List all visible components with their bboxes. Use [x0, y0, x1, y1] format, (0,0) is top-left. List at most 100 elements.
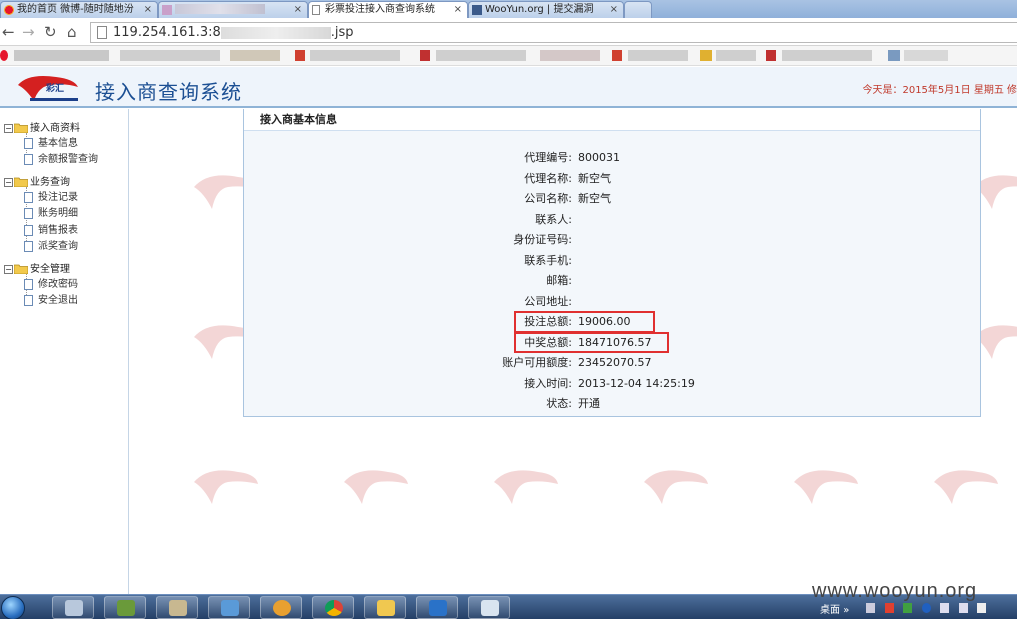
- wooyun-watermark: www.wooyun.org: [812, 580, 978, 602]
- flag-icon[interactable]: [884, 603, 894, 613]
- folder-icon: [13, 177, 29, 188]
- sidebar-tree: − 接入商资料 基本信息 余额报警查询 − 业务查询 投注记录 账务明细 销售报表 …: [0, 109, 129, 594]
- bookmark-icon[interactable]: [766, 50, 776, 61]
- folder-icon: [13, 264, 29, 275]
- field-row-status: 状态: 开通: [244, 394, 980, 414]
- app-header: 彩汇 接入商查询系统 今天是：2015年5月1日 星期五 修: [0, 67, 1017, 108]
- bookmark-item[interactable]: [540, 50, 600, 61]
- taskbar-app-button[interactable]: [52, 596, 94, 619]
- tab-blurred[interactable]: ×: [158, 1, 308, 18]
- field-row-id-number: 身份证号码:: [244, 230, 980, 250]
- url-text[interactable]: 119.254.161.3:8 .jsp: [113, 24, 354, 42]
- watermark-logo-icon: [494, 470, 558, 504]
- show-hidden-icon[interactable]: [866, 603, 875, 613]
- tree-group-business[interactable]: − 业务查询: [4, 173, 70, 188]
- collapse-icon[interactable]: −: [4, 123, 13, 133]
- weibo-bookmark-icon[interactable]: [0, 50, 8, 61]
- start-button-icon[interactable]: [1, 596, 25, 619]
- bookmark-item[interactable]: [14, 50, 109, 61]
- document-icon: [24, 137, 33, 149]
- taskbar-app-button[interactable]: [312, 596, 354, 619]
- field-value: 23452070.57: [578, 356, 652, 369]
- taskbar-app-button[interactable]: [156, 596, 198, 619]
- panel-title: 接入商基本信息: [244, 109, 980, 131]
- collapse-icon[interactable]: −: [4, 264, 13, 274]
- field-label: 状态:: [546, 397, 572, 410]
- tree-item-account-details[interactable]: 账务明细: [24, 204, 78, 219]
- highlight-box-total-winnings: [514, 332, 669, 353]
- reload-icon[interactable]: ↻: [44, 22, 57, 42]
- tab-strip: 我的首页 微博-随时随地汾 × × 彩票投注接入商查询系统 × WooYun.o…: [0, 0, 1017, 19]
- field-label: 代理编号:: [524, 151, 572, 164]
- tree-item-change-password[interactable]: 修改密码: [24, 275, 78, 290]
- collapse-icon[interactable]: −: [4, 177, 13, 187]
- tool-icon: [169, 600, 187, 616]
- bookmark-item[interactable]: [628, 50, 688, 61]
- taskbar-app-button[interactable]: [260, 596, 302, 619]
- tab-close-icon[interactable]: ×: [144, 2, 152, 17]
- tree-group-label: 接入商资料: [30, 123, 80, 134]
- url-mask: [220, 26, 331, 39]
- tree-item-logout[interactable]: 安全退出: [24, 291, 78, 306]
- watermark-logo-icon: [194, 470, 258, 504]
- taskbar-app-button[interactable]: [416, 596, 458, 619]
- tab-close-icon[interactable]: ×: [610, 2, 618, 17]
- tab-wooyun[interactable]: WooYun.org | 提交漏洞 ×: [468, 1, 624, 18]
- search-icon: [273, 600, 291, 616]
- bookmark-folder-icon[interactable]: [888, 50, 900, 61]
- printer-icon[interactable]: [977, 603, 986, 613]
- taskbar-app-button[interactable]: [104, 596, 146, 619]
- document-icon: [481, 600, 499, 616]
- tab-active[interactable]: 彩票投注接入商查询系统 ×: [308, 1, 468, 19]
- taskbar-app-button[interactable]: [364, 596, 406, 619]
- tab-close-icon[interactable]: ×: [294, 2, 302, 17]
- tray-desktop-label[interactable]: 桌面 »: [820, 601, 849, 616]
- bookmark-item[interactable]: [120, 50, 220, 61]
- tree-item-label: 销售报表: [38, 225, 78, 236]
- tree-item-balance-alert[interactable]: 余额报警查询: [24, 150, 98, 165]
- field-value: 800031: [578, 151, 620, 164]
- bookmark-item[interactable]: [436, 50, 526, 61]
- bookmark-item[interactable]: [904, 50, 948, 61]
- security-icon[interactable]: [903, 603, 912, 613]
- back-arrow-icon[interactable]: ←: [2, 22, 15, 42]
- bookmark-item[interactable]: [310, 50, 400, 61]
- home-icon[interactable]: ⌂: [67, 22, 77, 42]
- tree-group-account[interactable]: − 接入商资料: [4, 119, 80, 134]
- tree-group-security[interactable]: − 安全管理: [4, 260, 70, 275]
- antivirus-icon[interactable]: [921, 603, 931, 613]
- field-row-agent-id: 代理编号: 800031: [244, 148, 980, 168]
- taskbar-app-button[interactable]: [208, 596, 250, 619]
- bookmark-icon[interactable]: [700, 50, 712, 61]
- field-label: 公司地址:: [524, 295, 572, 308]
- bookmark-item[interactable]: [782, 50, 872, 61]
- address-bar[interactable]: 119.254.161.3:8 .jsp: [90, 22, 1017, 43]
- highlight-box-total-bets: [514, 311, 655, 333]
- tree-item-basic-info[interactable]: 基本信息: [24, 134, 78, 149]
- document-icon: [24, 278, 33, 290]
- tab-weibo[interactable]: 我的首页 微博-随时随地汾 ×: [0, 1, 158, 18]
- tree-item-bet-records[interactable]: 投注记录: [24, 188, 78, 203]
- tray-expand-icon[interactable]: »: [843, 605, 849, 616]
- bookmark-icon[interactable]: [420, 50, 430, 61]
- tree-item-prize-query[interactable]: 派奖查询: [24, 237, 78, 252]
- tab-label: 我的首页 微博-随时随地汾: [17, 4, 134, 15]
- tab-close-icon[interactable]: ×: [454, 2, 462, 17]
- field-row-contact: 联系人:: [244, 210, 980, 230]
- document-icon: [24, 191, 33, 203]
- new-tab-button[interactable]: [624, 1, 652, 18]
- bookmark-icon[interactable]: [295, 50, 305, 61]
- field-value: 开通: [578, 397, 600, 410]
- field-label: 账户可用额度:: [502, 356, 572, 369]
- taskbar-app-button[interactable]: [468, 596, 510, 619]
- caihui-logo: 彩汇: [18, 76, 78, 101]
- volume-icon[interactable]: [940, 603, 949, 613]
- network-signal-icon[interactable]: [958, 603, 968, 613]
- tree-item-sales-report[interactable]: 销售报表: [24, 221, 78, 236]
- field-label: 联系手机:: [524, 254, 572, 267]
- tree-item-label: 账务明细: [38, 208, 78, 219]
- forward-arrow-icon[interactable]: →: [22, 22, 35, 42]
- bookmark-item[interactable]: [716, 50, 756, 61]
- bookmark-icon[interactable]: [612, 50, 622, 61]
- bookmark-item[interactable]: [230, 50, 280, 61]
